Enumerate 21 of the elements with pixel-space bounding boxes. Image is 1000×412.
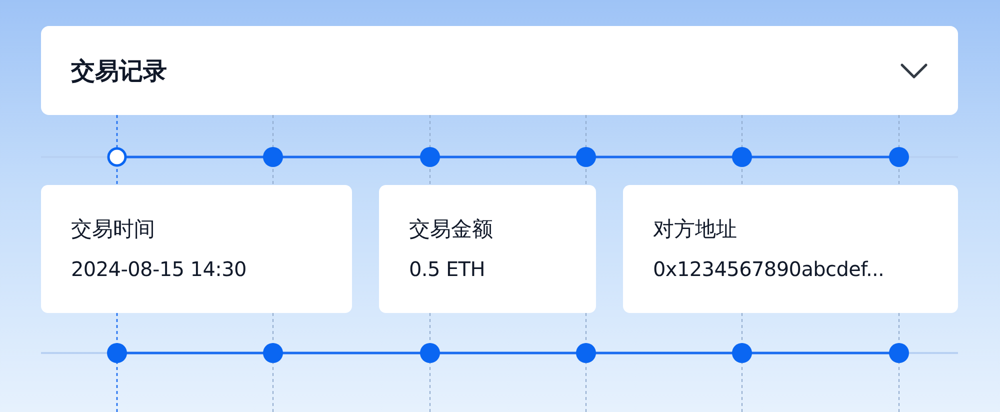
timeline-node[interactable]: [263, 343, 283, 363]
header-title: 交易记录: [71, 56, 167, 86]
timeline-node[interactable]: [732, 147, 752, 167]
timeline-node[interactable]: [107, 343, 127, 363]
card-value: 0x1234567890abcdef...: [653, 257, 886, 281]
timeline-node[interactable]: [263, 147, 283, 167]
timeline-node[interactable]: [889, 147, 909, 167]
timeline-node[interactable]: [732, 343, 752, 363]
card-value: 0.5 ETH: [409, 257, 486, 281]
timeline-node[interactable]: [576, 147, 596, 167]
card-label: 交易金额: [409, 216, 494, 243]
card-value: 2024-08-15 14:30: [71, 257, 248, 281]
timeline-node[interactable]: [107, 147, 127, 167]
timeline-node[interactable]: [576, 343, 596, 363]
timeline-node[interactable]: [420, 147, 440, 167]
timeline-node[interactable]: [420, 343, 440, 363]
timeline-node[interactable]: [889, 343, 909, 363]
card-label: 对方地址: [653, 216, 738, 243]
card-label: 交易时间: [71, 216, 156, 243]
chevron-icon[interactable]: [900, 62, 928, 78]
header-card[interactable]: 交易记录: [41, 26, 958, 115]
